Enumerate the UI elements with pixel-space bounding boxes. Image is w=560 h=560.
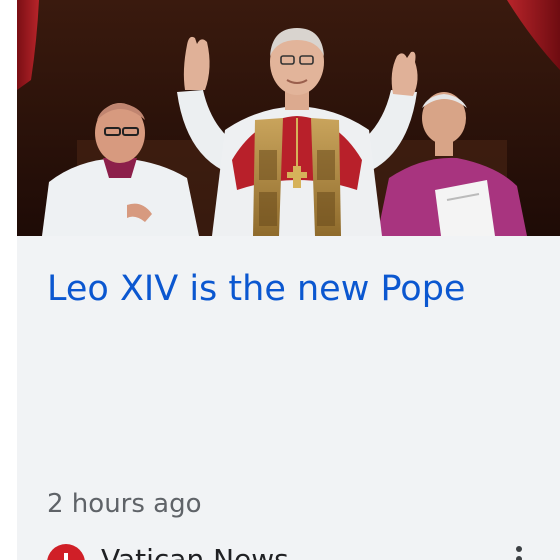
article-image[interactable] [17,0,560,236]
source-row: Vatican News [47,540,547,560]
article-photo [17,0,560,236]
more-vert-icon[interactable] [509,544,529,560]
timestamp: 2 hours ago [47,489,202,519]
source-name[interactable]: Vatican News [101,543,289,560]
headline-link[interactable]: Leo XIV is the new Pope [47,266,465,312]
vatican-news-logo-icon [47,544,85,560]
page: Leo XIV is the new Pope 2 hours ago Vati… [0,0,560,560]
news-card[interactable]: Leo XIV is the new Pope 2 hours ago Vati… [17,0,560,560]
